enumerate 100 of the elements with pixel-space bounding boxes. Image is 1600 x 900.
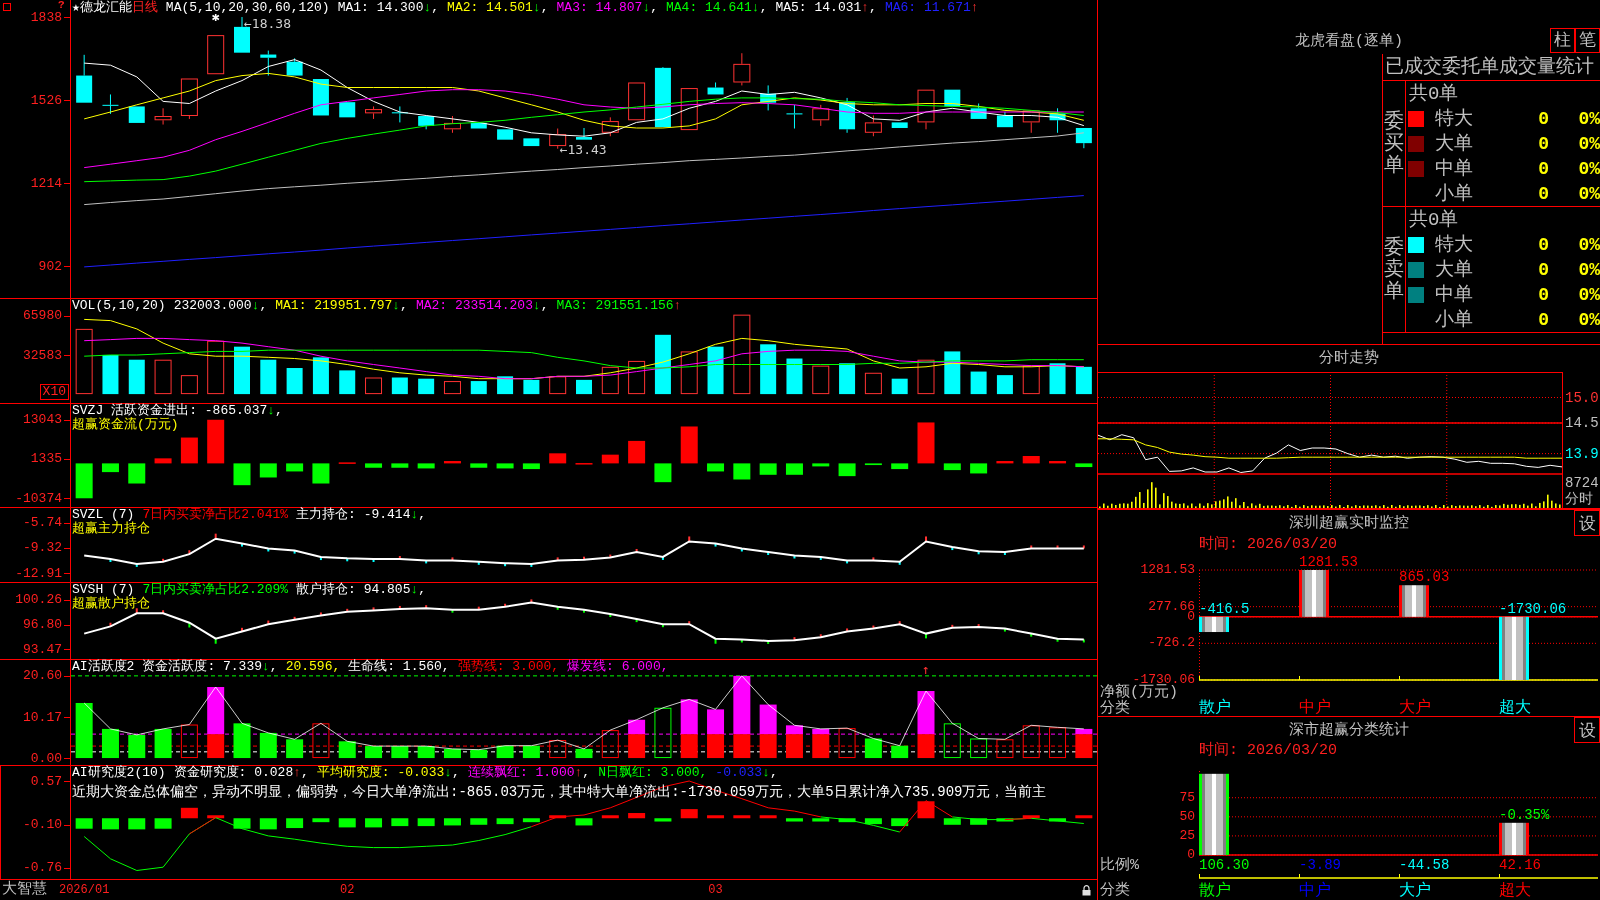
axis-label: 1838 <box>30 10 62 24</box>
settings-button[interactable]: 设 <box>1574 510 1600 536</box>
candlestick <box>654 67 671 128</box>
percent-cell: 0% <box>1578 309 1600 330</box>
research-bar <box>128 818 146 830</box>
fund-flow-bar <box>207 419 225 464</box>
indicator-name: SVZJ <box>72 404 104 417</box>
research-bar <box>338 818 356 828</box>
table-title: 已成交委托单成交量统计 <box>1385 56 1594 78</box>
research-bar <box>838 818 856 823</box>
trend-arrow: ↓ <box>410 583 419 596</box>
category-label: 大户 <box>1399 700 1431 716</box>
research-bar <box>707 815 725 819</box>
candlestick <box>1022 110 1040 133</box>
punctuation: , <box>275 404 283 417</box>
count-cell-text: 0 <box>1538 108 1550 129</box>
activity-bar <box>970 738 988 759</box>
help-mark[interactable]: ? <box>58 0 65 10</box>
indicator-value: 活跃资金进出: -865.037 <box>111 404 268 417</box>
research-bar <box>1049 818 1067 822</box>
volume-bar <box>601 366 619 395</box>
fund-flow-bar <box>1075 463 1093 468</box>
count-cell-text: 0 <box>1538 158 1550 179</box>
volume-bar <box>470 381 487 395</box>
fund-flow-bar <box>601 454 619 464</box>
percent-cell: 0% <box>1578 133 1600 154</box>
settings-button[interactable]: 设 <box>1574 717 1600 743</box>
percent-cell: 0% <box>1578 108 1600 129</box>
volume-bar <box>680 351 698 395</box>
bar <box>1499 822 1529 855</box>
trend-arrow: ↓ <box>410 508 419 521</box>
candlestick <box>891 122 908 128</box>
fund-flow-bar <box>1022 456 1040 464</box>
axis-title: 分类 <box>1100 883 1130 898</box>
axis-label: 0 <box>1187 850 1195 860</box>
indicator-value: MA3: 291551.156 <box>556 299 674 312</box>
indicator-value: 资金活跃度: 7.339 <box>142 660 262 673</box>
view-button[interactable]: 柱 <box>1550 28 1575 53</box>
trend-arrow: ↓ <box>762 766 770 779</box>
axis-label: 65980 <box>23 309 62 323</box>
row-label: 特大 <box>1434 107 1473 130</box>
volume-bar <box>996 375 1013 395</box>
candlestick <box>1049 108 1066 133</box>
research-bar <box>549 815 567 819</box>
punctuation: , <box>418 583 427 596</box>
research-bar <box>996 818 1014 822</box>
count-cell-text: 0 <box>1538 183 1550 204</box>
fund-flow-bar <box>259 463 277 478</box>
research-bar <box>207 815 225 819</box>
activity-bar <box>943 723 961 759</box>
bar <box>1399 585 1429 617</box>
volume-bar <box>102 354 119 395</box>
candlestick <box>418 116 435 130</box>
view-button[interactable]: 笔 <box>1575 28 1600 53</box>
axis-label: -0.10 <box>23 818 62 832</box>
count-cell-text: 0 <box>1538 234 1550 255</box>
research-bar <box>864 818 882 825</box>
fund-flow-bar <box>101 463 119 473</box>
chart-title: 深市超赢分类统计 <box>1289 721 1409 739</box>
candlestick <box>1075 128 1092 149</box>
volume-bar <box>207 340 225 395</box>
fund-flow-bar <box>180 437 198 464</box>
count-cell-text: 0 <box>1538 309 1550 330</box>
volume-bar <box>839 363 856 395</box>
axis-label: 277.66 <box>1148 601 1195 612</box>
square-icon[interactable] <box>3 3 11 11</box>
indicator-value: 7日内买卖净占比2.209% <box>142 583 289 596</box>
axis-title: 分类 <box>1100 701 1130 716</box>
price-label: ←13.43 <box>559 141 607 157</box>
indicator-subtitle: 超赢主力持仓 <box>72 522 150 535</box>
candlestick <box>128 106 145 123</box>
research-bar <box>1075 815 1093 819</box>
trend-arrow: ↑ <box>673 299 682 312</box>
volume-scale-label: 8724 <box>1565 475 1599 491</box>
date-label: 03 <box>708 882 723 898</box>
activity-bar <box>575 748 593 759</box>
axis-label: 100.26 <box>15 593 62 607</box>
volume-bar <box>1049 363 1066 395</box>
date-label: 02 <box>340 882 355 898</box>
research-bar <box>180 807 198 819</box>
asterisk-icon <box>211 13 220 22</box>
row-label: 大单 <box>1434 132 1473 155</box>
volume-bar <box>75 328 93 395</box>
indicator-name: MA(5,10,20,30,60,120) <box>165 1 330 14</box>
research-bar <box>654 818 672 822</box>
percent-cell: 0% <box>1578 259 1600 280</box>
activity-bar <box>259 732 277 759</box>
activity-bar <box>365 746 383 759</box>
volume-bar <box>812 365 830 395</box>
indicator-value: 20.596, <box>285 660 341 673</box>
axis-label: 902 <box>38 259 62 273</box>
candlestick <box>944 89 961 107</box>
trend-arrow: ↓ <box>251 299 260 312</box>
volume-bar <box>654 334 671 395</box>
trend-arrow: ↑ <box>970 1 979 14</box>
fund-flow-bar <box>891 463 909 470</box>
volume-bar <box>707 346 724 395</box>
indicator-value: MA5: 14.031 <box>775 1 862 14</box>
volume-bar <box>286 368 303 395</box>
research-bar <box>601 815 619 819</box>
